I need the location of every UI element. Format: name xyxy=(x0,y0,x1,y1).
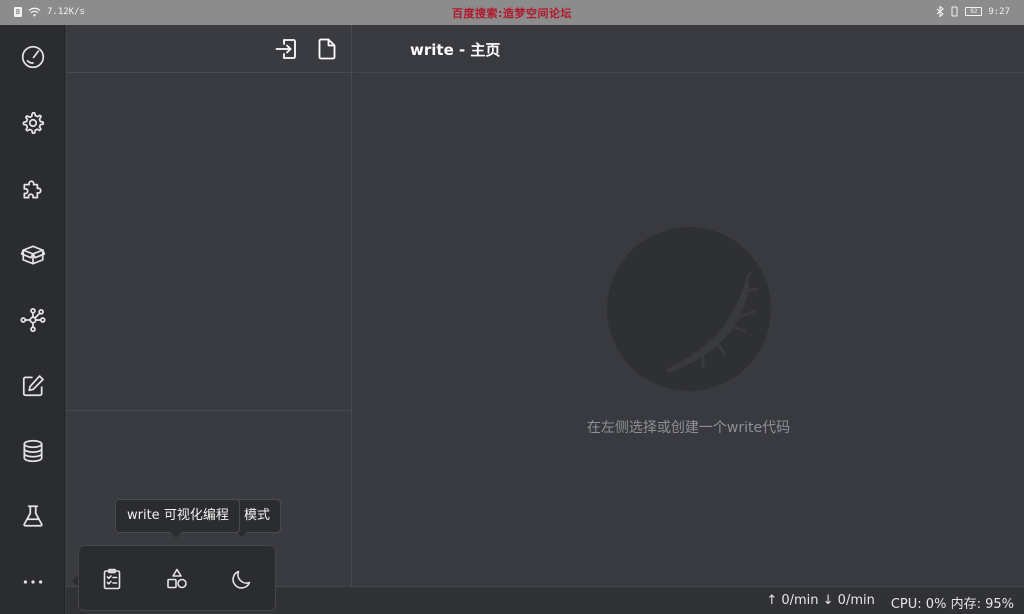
dark-mode-button[interactable] xyxy=(227,564,257,594)
nav-rail xyxy=(0,25,65,614)
moon-icon xyxy=(232,570,251,589)
file-icon xyxy=(318,38,336,60)
rail-item-more[interactable] xyxy=(12,561,54,603)
visual-programming-button[interactable] xyxy=(162,564,192,594)
edit-icon xyxy=(22,375,44,397)
memory-usage: 内存: 95% xyxy=(950,597,1014,612)
system-status-bar: B 7.12K/s 百度搜索:造梦空间论坛 82 9:27 xyxy=(0,0,1024,25)
rail-item-plugins[interactable] xyxy=(12,168,54,210)
empty-state-hint: 在左侧选择或创建一个write代码 xyxy=(586,420,791,436)
vibrate-icon xyxy=(951,6,958,17)
traffic-stats: ↑ 0/min ↓ 0/min xyxy=(766,593,875,612)
file-panel-toolbar xyxy=(66,25,352,73)
rail-item-editor[interactable] xyxy=(12,365,54,407)
download-rate: ↓ 0/min xyxy=(822,593,875,608)
rail-item-lab[interactable] xyxy=(12,495,54,537)
import-icon xyxy=(275,39,296,59)
import-button[interactable] xyxy=(271,34,301,64)
tooltip-caret xyxy=(170,532,182,538)
bluetooth-icon xyxy=(936,6,945,17)
file-panel-divider xyxy=(66,410,352,411)
tools-popup xyxy=(78,545,276,611)
rail-item-settings[interactable] xyxy=(12,102,54,144)
main-area: write - 主页 在左侧选择或创建一个write代码 xyxy=(353,25,1024,586)
new-file-button[interactable] xyxy=(312,34,342,64)
gauge-icon xyxy=(21,45,45,69)
battery-icon: 82 xyxy=(965,7,983,16)
banner-text: 百度搜索:造梦空间论坛 xyxy=(452,7,572,20)
tooltip-visual-programming-label: write 可视化编程 xyxy=(127,508,229,523)
clipboard-check-icon xyxy=(103,568,121,590)
gear-icon xyxy=(22,111,45,135)
rail-item-network[interactable] xyxy=(12,299,54,341)
clock: 9:27 xyxy=(988,6,1010,17)
app-logo-icon xyxy=(607,227,771,391)
database-icon xyxy=(23,439,43,463)
box-icon xyxy=(20,245,46,265)
page-title: write - 主页 xyxy=(410,41,501,59)
system-stats: CPU: 0% 内存: 95% xyxy=(891,593,1014,612)
stats-readout: ↑ 0/min ↓ 0/min CPU: 0% 内存: 95% xyxy=(766,593,1014,612)
more-icon xyxy=(23,580,43,584)
rail-item-dashboard[interactable] xyxy=(12,36,54,78)
main-header: write - 主页 xyxy=(353,25,1024,73)
rail-item-database[interactable] xyxy=(12,430,54,472)
upload-rate: ↑ 0/min xyxy=(766,593,819,608)
flask-icon xyxy=(23,505,43,527)
tooltip-mode-label: 模式 xyxy=(243,508,270,523)
cpu-usage: CPU: 0% xyxy=(890,597,947,612)
rail-item-packages[interactable] xyxy=(12,234,54,276)
tooltip-mode-caret xyxy=(237,532,247,537)
app-root: B 7.12K/s 百度搜索:造梦空间论坛 82 9:27 write - 主页… xyxy=(0,0,1024,614)
tasks-button[interactable] xyxy=(97,564,127,594)
status-right: 82 9:27 xyxy=(936,6,1010,17)
puzzle-icon xyxy=(23,180,42,199)
shapes-icon xyxy=(167,568,187,589)
network-icon xyxy=(20,307,46,333)
tooltip-visual-programming: write 可视化编程 xyxy=(115,499,240,533)
